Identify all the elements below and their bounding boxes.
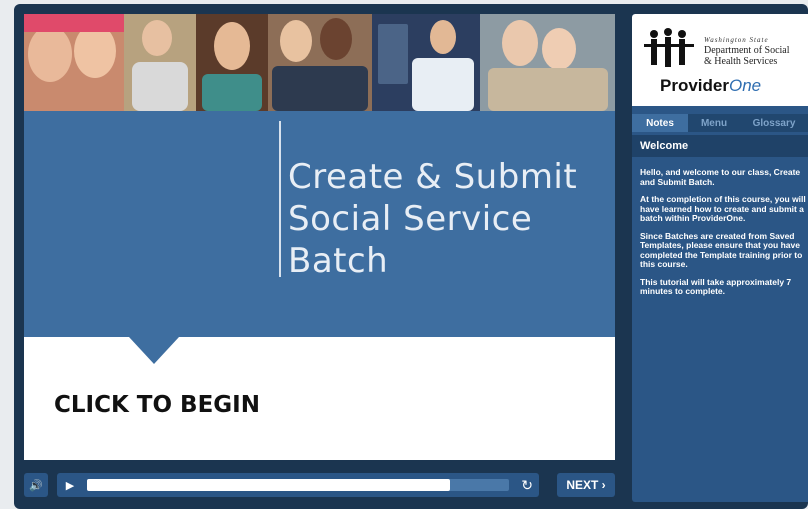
title-divider (279, 121, 281, 277)
photo-office (372, 14, 480, 111)
dshs-people-icon (644, 28, 694, 67)
volume-button[interactable]: 🔊 (24, 473, 48, 497)
title-panel: Create & Submit Social Service Batch (24, 111, 615, 337)
photo-seniors (24, 14, 124, 111)
photo-elderly-couple (480, 14, 615, 111)
notes-paragraph: Hello, and welcome to our class, Create … (640, 167, 801, 187)
progress-fill (87, 479, 450, 491)
brand-provider: Provider (660, 76, 729, 95)
course-title-line2: Social Service Batch (288, 199, 533, 281)
pointer-notch (129, 337, 179, 364)
course-title: Create & Submit Social Service Batch (288, 156, 615, 282)
play-icon: ▶ (65, 479, 75, 492)
play-button[interactable]: ▶ (57, 473, 83, 497)
tab-notes[interactable]: Notes (632, 114, 688, 132)
photo-woman-cat (124, 14, 196, 111)
click-to-begin[interactable]: CLICK TO BEGIN (54, 392, 260, 418)
slide-stage: Create & Submit Social Service Batch CLI… (24, 14, 615, 460)
notes-paragraph: Since Batches are created from Saved Tem… (640, 230, 803, 269)
department-name: Department of Social & Health Services (704, 45, 790, 67)
progress-track[interactable] (87, 479, 509, 491)
volume-icon: 🔊 (29, 479, 43, 492)
playback-bar: ▶ ↻ (57, 473, 539, 497)
replay-icon: ↻ (521, 476, 533, 493)
photo-young-woman (196, 14, 268, 111)
sidebar: Washington State Department of Social & … (632, 14, 808, 502)
state-label: Washington State (704, 36, 769, 44)
notes-heading: Welcome (632, 135, 808, 157)
dept-line1: Department of Social (704, 45, 790, 56)
sidebar-tabs: Notes Menu Glossary (632, 114, 808, 132)
brand-one: One (728, 76, 762, 95)
provider-logo: Washington State Department of Social & … (632, 14, 808, 106)
dept-line2: & Health Services (704, 56, 778, 67)
tab-menu[interactable]: Menu (688, 114, 740, 132)
tab-glossary[interactable]: Glossary (740, 114, 808, 132)
providerone-wordmark: ProviderOne (660, 76, 761, 96)
photo-banner (24, 14, 615, 111)
notes-paragraph: At the completion of this course, you wi… (640, 194, 806, 223)
next-button[interactable]: NEXT › (557, 473, 615, 497)
notes-paragraph: This tutorial will take approximately 7 … (640, 276, 792, 296)
photo-couple (268, 14, 372, 111)
replay-button[interactable]: ↻ (521, 473, 533, 497)
notes-body: Hello, and welcome to our class, Create … (640, 167, 808, 305)
course-title-line1: Create & Submit (288, 157, 578, 197)
